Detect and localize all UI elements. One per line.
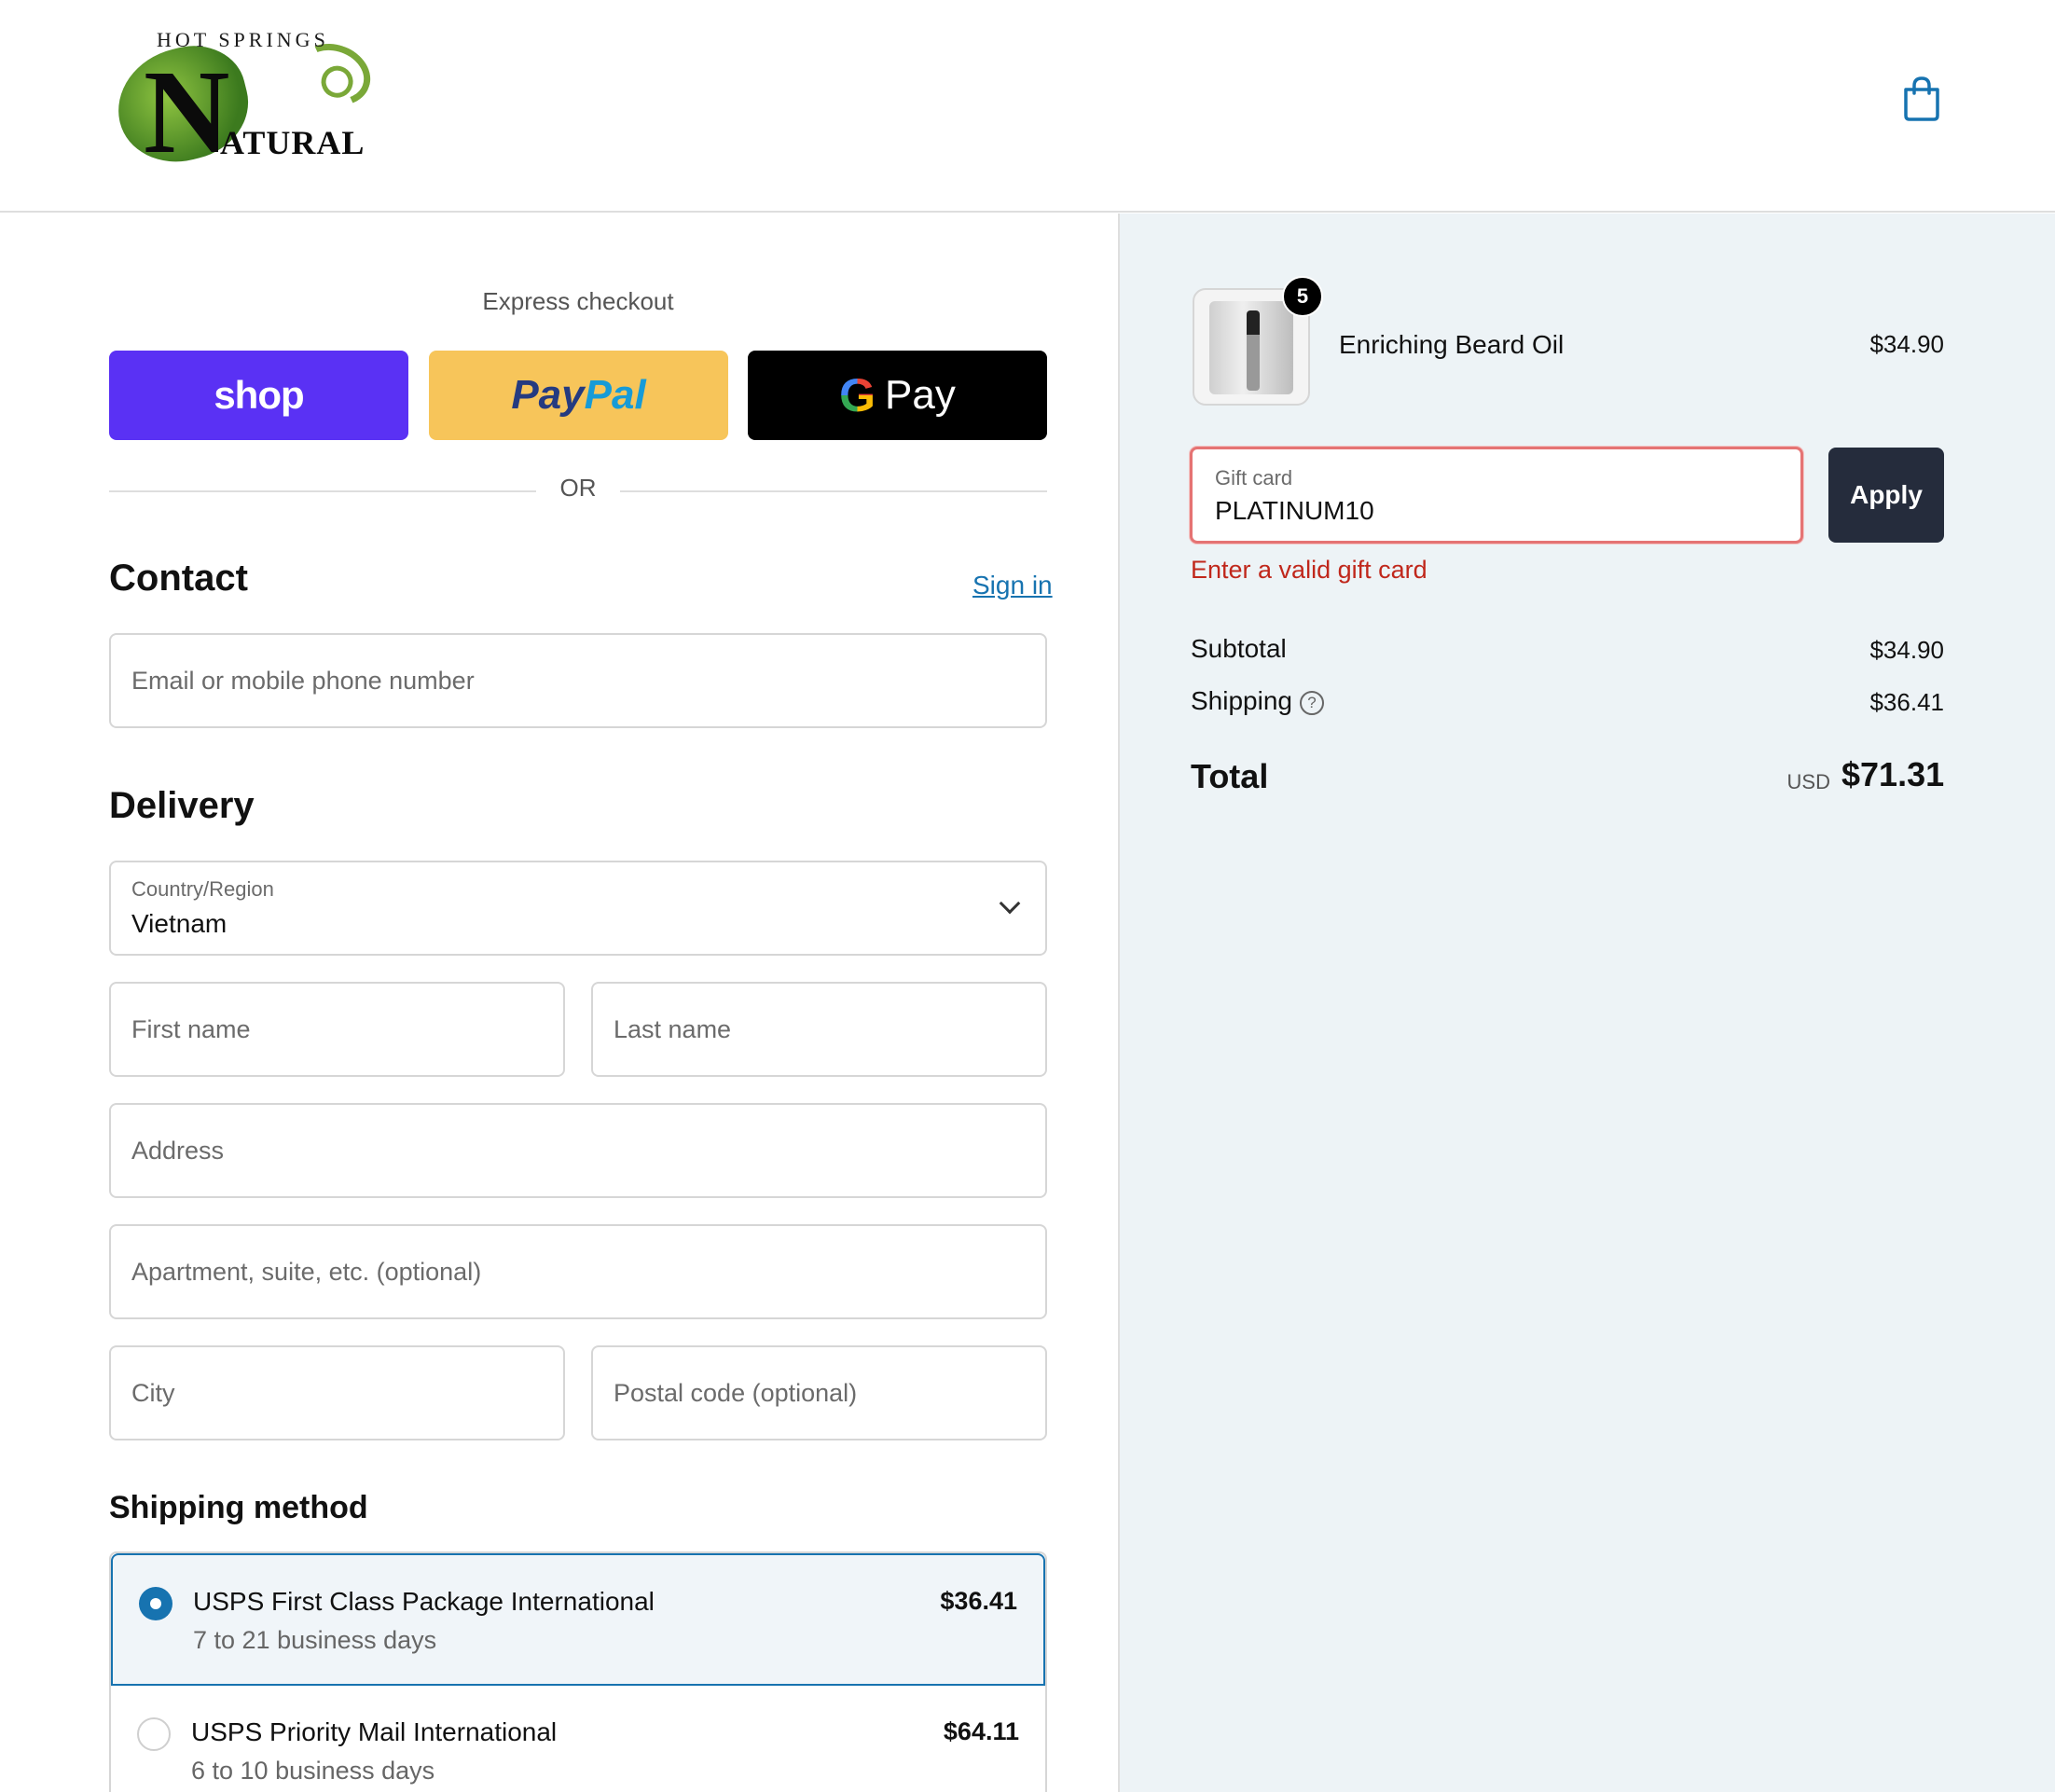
shipping-option-name: USPS Priority Mail International <box>191 1717 558 1746</box>
subtotal-label: Subtotal <box>1191 634 1287 663</box>
delivery-heading: Delivery <box>109 785 255 826</box>
city-input[interactable] <box>131 1347 543 1439</box>
divider-line-right <box>620 490 1047 492</box>
shipping-option-price: $36.41 <box>940 1587 1017 1615</box>
or-divider: OR <box>109 474 1047 507</box>
country-label: Country/Region <box>131 877 274 901</box>
shop-pay-label: shop <box>214 373 304 417</box>
header: HOT SPRINGS N ATURAL <box>0 0 2055 213</box>
shopping-bag-icon <box>1904 76 1939 121</box>
shipping-options: USPS First Class Package International 7… <box>109 1551 1047 1792</box>
product-price: $34.90 <box>1869 330 1944 358</box>
logo-letter: N <box>144 46 230 178</box>
address-field[interactable] <box>109 1103 1047 1198</box>
address-input[interactable] <box>131 1105 1025 1196</box>
subtotal-value: $34.90 <box>1869 636 1944 664</box>
apartment-field[interactable] <box>109 1224 1047 1319</box>
postal-code-input[interactable] <box>614 1347 1025 1439</box>
gift-card-error: Enter a valid gift card <box>1191 556 1427 584</box>
shipping-option-priority[interactable]: USPS Priority Mail International 6 to 10… <box>111 1686 1045 1792</box>
country-value: Vietnam <box>131 909 228 938</box>
product-name: Enriching Beard Oil <box>1339 330 1565 359</box>
google-pay-button[interactable]: G Pay <box>748 351 1047 440</box>
shipping-value: $36.41 <box>1869 688 1944 716</box>
shipping-option-first-class[interactable]: USPS First Class Package International 7… <box>111 1553 1045 1686</box>
paypal-label-pal: Pal <box>584 372 646 418</box>
or-label: OR <box>559 474 597 502</box>
paypal-button[interactable]: Pay Pal <box>429 351 728 440</box>
total-value: $71.31 <box>1841 755 1945 793</box>
radio-selected[interactable] <box>139 1587 172 1620</box>
product-image <box>1209 301 1293 394</box>
help-icon[interactable]: ? <box>1299 690 1324 715</box>
chevron-down-icon <box>999 892 1021 915</box>
currency-label: USD <box>1786 770 1830 793</box>
express-checkout-label: Express checkout <box>482 287 674 315</box>
email-field[interactable] <box>109 633 1047 728</box>
first-name-input[interactable] <box>131 984 543 1075</box>
google-pay-label: Pay <box>885 372 956 418</box>
gift-card-value[interactable]: PLATINUM10 <box>1215 496 1374 526</box>
apartment-input[interactable] <box>131 1226 1025 1317</box>
shipping-method-heading: Shipping method <box>109 1490 368 1525</box>
apply-button[interactable]: Apply <box>1828 448 1944 543</box>
last-name-field[interactable] <box>591 982 1047 1077</box>
country-select[interactable]: Country/Region Vietnam <box>109 861 1047 956</box>
postal-code-field[interactable] <box>591 1345 1047 1440</box>
bottle-icon <box>1247 310 1260 391</box>
shipping-option-price: $64.11 <box>943 1717 1019 1745</box>
logo-wordmark: ATURAL <box>220 124 365 161</box>
gift-card-field[interactable]: Gift card PLATINUM10 <box>1190 447 1803 544</box>
shop-pay-button[interactable]: shop <box>109 351 408 440</box>
sign-in-link[interactable]: Sign in <box>972 571 1053 600</box>
gift-card-label: Gift card <box>1215 466 1293 489</box>
shipping-option-name: USPS First Class Package International <box>193 1587 655 1616</box>
shipping-label: Shipping <box>1191 686 1292 715</box>
email-input[interactable] <box>131 635 1025 726</box>
first-name-field[interactable] <box>109 982 565 1077</box>
cart-button[interactable] <box>1900 75 1943 121</box>
total-label: Total <box>1191 757 1269 795</box>
last-name-input[interactable] <box>614 984 1025 1075</box>
contact-heading: Contact <box>109 558 248 599</box>
city-field[interactable] <box>109 1345 565 1440</box>
shipping-option-days: 7 to 21 business days <box>193 1626 437 1654</box>
paypal-label-pay: Pay <box>511 372 585 418</box>
shipping-option-days: 6 to 10 business days <box>191 1757 435 1785</box>
store-logo[interactable]: HOT SPRINGS N ATURAL <box>105 28 379 175</box>
radio-unselected[interactable] <box>137 1717 171 1751</box>
google-g-icon: G <box>839 369 876 421</box>
quantity-badge: 5 <box>1282 276 1323 317</box>
shipping-label-row: Shipping? <box>1191 686 1324 716</box>
